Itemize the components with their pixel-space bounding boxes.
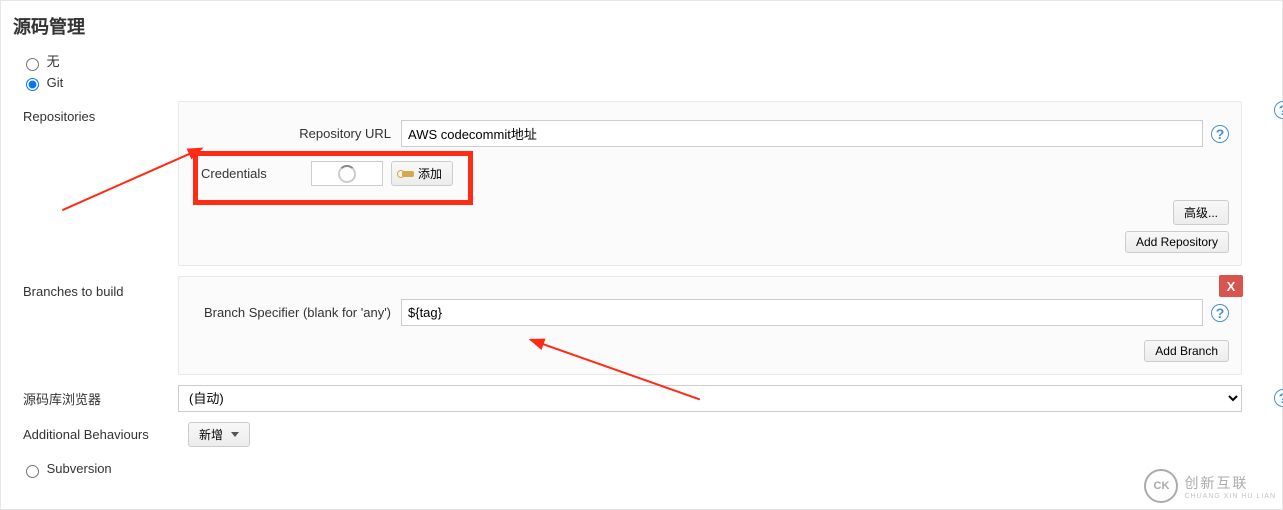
branches-panel: X Branch Specifier (blank for 'any') ? A… — [178, 276, 1242, 375]
credentials-label: Credentials — [191, 166, 311, 181]
advanced-button[interactable]: 高级... — [1173, 200, 1229, 225]
scm-label-git: Git — [47, 75, 64, 90]
help-icon[interactable]: ? — [1274, 389, 1283, 407]
loading-spinner-icon — [338, 165, 356, 183]
repo-url-label: Repository URL — [191, 126, 401, 141]
logo-text: 创新互联 — [1184, 473, 1276, 493]
help-icon[interactable]: ? — [1211, 304, 1229, 322]
key-icon — [402, 171, 414, 177]
help-icon[interactable]: ? — [1274, 101, 1283, 119]
scm-label-none: 无 — [47, 54, 60, 69]
additional-label: Additional Behaviours — [13, 427, 188, 442]
branches-row: Branches to build X Branch Specifier (bl… — [13, 276, 1270, 375]
repositories-panel: Repository URL ? Credentials 添加 高级... Ad… — [178, 101, 1242, 266]
repositories-row: Repositories ? Repository URL ? Credenti… — [13, 101, 1270, 266]
scm-label-subversion: Subversion — [47, 461, 112, 476]
repo-browser-row: 源码库浏览器 (自动) ? — [13, 385, 1270, 412]
branch-specifier-input[interactable] — [401, 299, 1203, 326]
additional-add-button[interactable]: 新增 — [188, 422, 250, 447]
branches-label: Branches to build — [13, 276, 178, 299]
scm-option-subversion[interactable]: Subversion — [21, 461, 1270, 478]
scm-config-panel: 源码管理 无 Git Repositories ? Repository URL… — [0, 0, 1283, 510]
add-repository-button[interactable]: Add Repository — [1125, 231, 1229, 253]
delete-branch-button[interactable]: X — [1219, 275, 1243, 297]
branch-specifier-label: Branch Specifier (blank for 'any') — [191, 305, 401, 320]
scm-radio-git[interactable] — [26, 78, 39, 91]
additional-behaviours-row: Additional Behaviours 新增 — [13, 422, 1270, 447]
help-icon[interactable]: ? — [1211, 125, 1229, 143]
scm-option-none[interactable]: 无 — [21, 51, 1270, 71]
repositories-label: Repositories — [13, 101, 178, 124]
add-credentials-button[interactable]: 添加 — [391, 161, 453, 186]
watermark-logo: CK 创新互联 CHUANG XIN HU LIAN — [1144, 469, 1276, 503]
chevron-down-icon — [231, 432, 239, 437]
credentials-select[interactable] — [311, 161, 383, 186]
repo-browser-select[interactable]: (自动) — [178, 385, 1242, 412]
logo-subtext: CHUANG XIN HU LIAN — [1184, 493, 1276, 500]
add-branch-button[interactable]: Add Branch — [1144, 340, 1229, 362]
logo-mark-icon: CK — [1144, 469, 1178, 503]
scm-option-git[interactable]: Git — [21, 75, 1270, 92]
section-title: 源码管理 — [13, 13, 1270, 39]
repo-url-input[interactable] — [401, 120, 1203, 147]
scm-radio-none[interactable] — [26, 58, 39, 71]
repo-browser-label: 源码库浏览器 — [13, 389, 178, 408]
scm-radio-subversion[interactable] — [26, 465, 39, 478]
